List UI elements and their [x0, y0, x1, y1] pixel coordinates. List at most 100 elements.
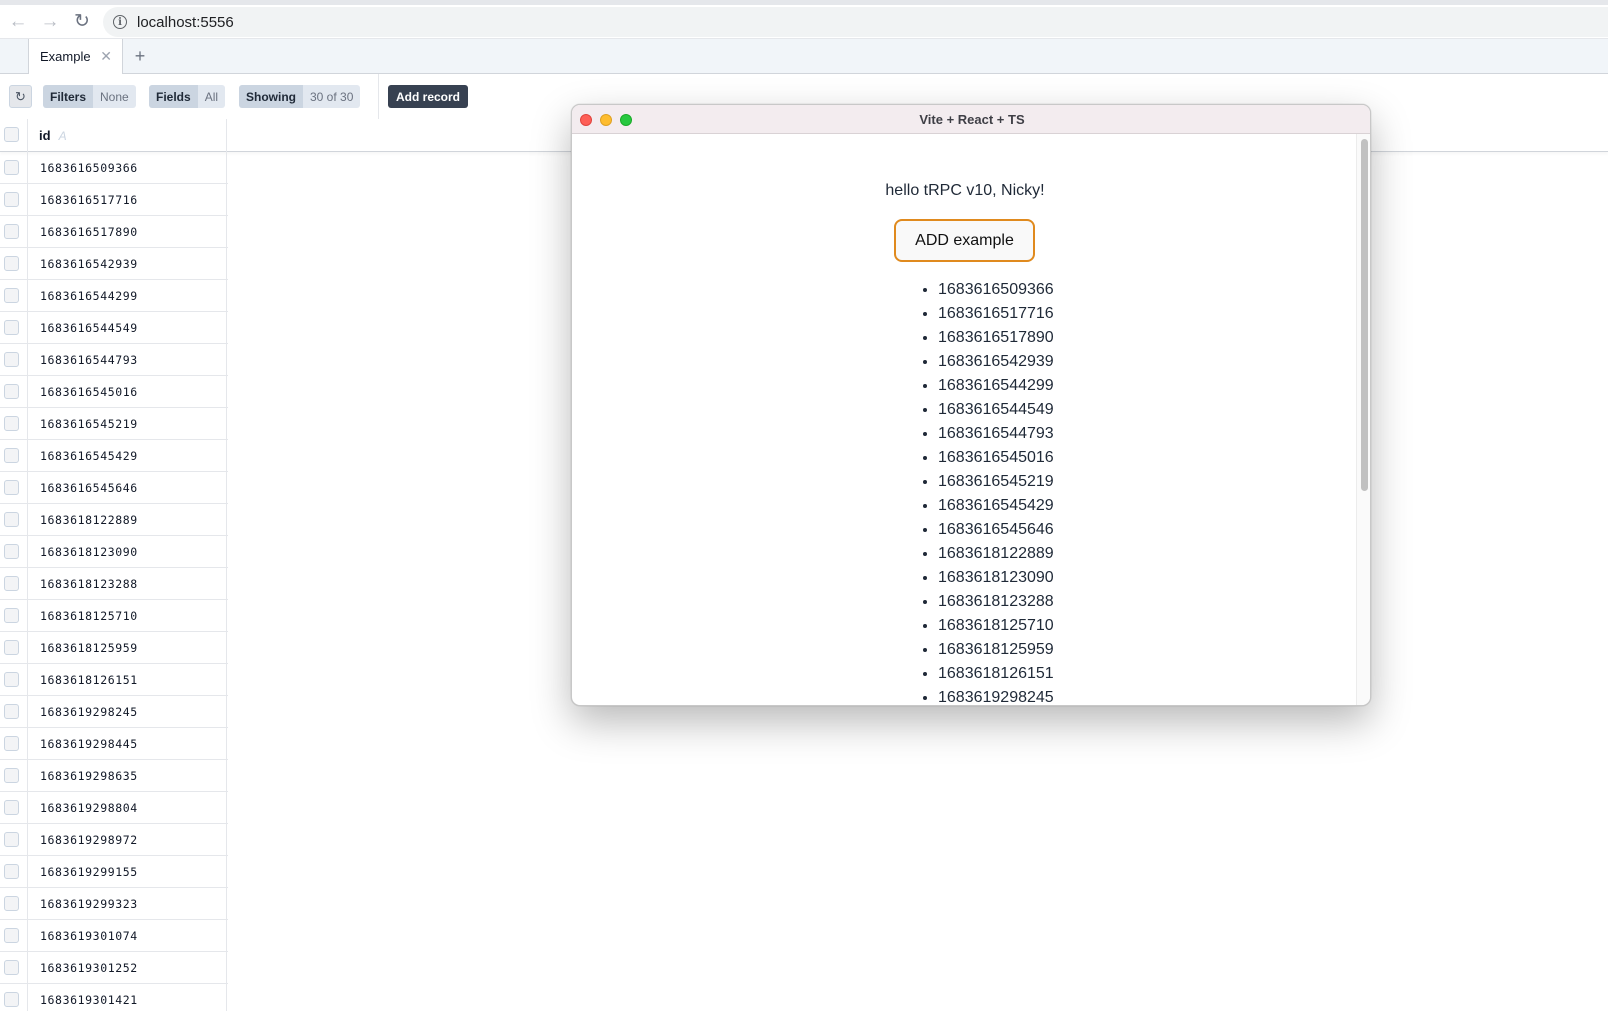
id-cell[interactable]: 1683619299323 [28, 888, 227, 920]
table-row[interactable]: 1683616542939 [0, 248, 228, 280]
window-close-button[interactable] [580, 114, 592, 126]
row-checkbox[interactable] [4, 864, 19, 879]
table-row[interactable]: 1683616545016 [0, 376, 228, 408]
scrollbar-thumb[interactable] [1361, 139, 1368, 491]
table-row[interactable]: 1683616545429 [0, 440, 228, 472]
table-row[interactable]: 1683619301074 [0, 920, 228, 952]
table-row[interactable]: 1683616544793 [0, 344, 228, 376]
table-row[interactable]: 1683619298635 [0, 760, 228, 792]
id-cell[interactable]: 1683619299155 [28, 856, 227, 888]
table-row[interactable]: 1683618123288 [0, 568, 228, 600]
row-checkbox[interactable] [4, 352, 19, 367]
id-cell[interactable]: 1683619298972 [28, 824, 227, 856]
id-cell[interactable]: 1683616545219 [28, 408, 227, 440]
refresh-icon[interactable]: ↻ [9, 85, 32, 108]
id-cell[interactable]: 1683616542939 [28, 248, 227, 280]
add-record-button[interactable]: Add record [388, 85, 469, 108]
id-cell[interactable]: 1683616517716 [28, 184, 227, 216]
row-checkbox[interactable] [4, 224, 19, 239]
id-cell[interactable]: 1683619298635 [28, 760, 227, 792]
table-row[interactable]: 1683618125710 [0, 600, 228, 632]
table-row[interactable]: 1683619301421 [0, 984, 228, 1011]
table-row[interactable]: 1683616545219 [0, 408, 228, 440]
table-row[interactable]: 1683616544299 [0, 280, 228, 312]
table-row[interactable]: 1683618123090 [0, 536, 228, 568]
id-cell[interactable]: 1683616544549 [28, 312, 227, 344]
row-checkbox[interactable] [4, 576, 19, 591]
table-row[interactable]: 1683619299323 [0, 888, 228, 920]
id-cell[interactable]: 1683616545646 [28, 472, 227, 504]
window-minimize-button[interactable] [600, 114, 612, 126]
row-checkbox[interactable] [4, 608, 19, 623]
row-checkbox[interactable] [4, 736, 19, 751]
column-header-id[interactable]: id A [28, 119, 227, 152]
row-checkbox[interactable] [4, 544, 19, 559]
id-cell[interactable]: 1683619298445 [28, 728, 227, 760]
select-all-checkbox[interactable] [4, 127, 19, 142]
forward-icon[interactable]: → [34, 8, 66, 36]
id-cell[interactable]: 1683616545016 [28, 376, 227, 408]
close-icon[interactable]: ✕ [100, 48, 112, 65]
popup-titlebar[interactable]: Vite + React + TS [572, 105, 1370, 134]
id-cell[interactable]: 1683619301252 [28, 952, 227, 984]
id-cell[interactable]: 1683619298245 [28, 696, 227, 728]
id-cell[interactable]: 1683616509366 [28, 152, 227, 184]
table-row[interactable]: 1683619301252 [0, 952, 228, 984]
id-cell[interactable]: 1683618123288 [28, 568, 227, 600]
id-cell[interactable]: 1683619301074 [28, 920, 227, 952]
row-checkbox[interactable] [4, 384, 19, 399]
showing-button[interactable]: Showing 30 of 30 [239, 85, 361, 108]
row-checkbox[interactable] [4, 480, 19, 495]
address-bar[interactable]: i localhost:5556 [103, 7, 1608, 37]
id-cell[interactable]: 1683618125959 [28, 632, 227, 664]
info-icon[interactable]: i [113, 15, 127, 29]
id-cell[interactable]: 1683616544793 [28, 344, 227, 376]
id-cell[interactable]: 1683619298804 [28, 792, 227, 824]
window-maximize-button[interactable] [620, 114, 632, 126]
row-checkbox[interactable] [4, 160, 19, 175]
row-checkbox[interactable] [4, 640, 19, 655]
id-cell[interactable]: 1683618122889 [28, 504, 227, 536]
row-checkbox[interactable] [4, 928, 19, 943]
row-checkbox[interactable] [4, 512, 19, 527]
table-row[interactable]: 1683618122889 [0, 504, 228, 536]
table-row[interactable]: 1683619298972 [0, 824, 228, 856]
id-cell[interactable]: 1683616517890 [28, 216, 227, 248]
row-checkbox[interactable] [4, 800, 19, 815]
table-row[interactable]: 1683616544549 [0, 312, 228, 344]
id-cell[interactable]: 1683618123090 [28, 536, 227, 568]
row-checkbox[interactable] [4, 288, 19, 303]
table-row[interactable]: 1683616517890 [0, 216, 228, 248]
id-cell[interactable]: 1683616544299 [28, 280, 227, 312]
row-checkbox[interactable] [4, 960, 19, 975]
table-row[interactable]: 1683616517716 [0, 184, 228, 216]
table-row[interactable]: 1683619298445 [0, 728, 228, 760]
table-row[interactable]: 1683618126151 [0, 664, 228, 696]
tab-example[interactable]: Example ✕ [28, 39, 123, 74]
row-checkbox[interactable] [4, 320, 19, 335]
table-row[interactable]: 1683616545646 [0, 472, 228, 504]
id-cell[interactable]: 1683618125710 [28, 600, 227, 632]
id-cell[interactable]: 1683616545429 [28, 440, 227, 472]
plus-icon[interactable]: + [126, 39, 154, 74]
row-checkbox[interactable] [4, 704, 19, 719]
row-checkbox[interactable] [4, 416, 19, 431]
row-checkbox[interactable] [4, 896, 19, 911]
row-checkbox[interactable] [4, 256, 19, 271]
row-checkbox[interactable] [4, 992, 19, 1007]
table-row[interactable]: 1683618125959 [0, 632, 228, 664]
table-row[interactable]: 1683619298804 [0, 792, 228, 824]
id-cell[interactable]: 1683619301421 [28, 984, 227, 1011]
row-checkbox[interactable] [4, 832, 19, 847]
table-row[interactable]: 1683616509366 [0, 152, 228, 184]
table-row[interactable]: 1683619299155 [0, 856, 228, 888]
scrollbar[interactable] [1356, 134, 1370, 705]
fields-button[interactable]: Fields All [149, 85, 226, 108]
row-checkbox[interactable] [4, 448, 19, 463]
add-example-button[interactable]: ADD example [894, 219, 1035, 262]
row-checkbox[interactable] [4, 192, 19, 207]
row-checkbox[interactable] [4, 672, 19, 687]
reload-icon[interactable]: ↻ [66, 8, 98, 36]
id-cell[interactable]: 1683618126151 [28, 664, 227, 696]
back-icon[interactable]: ← [2, 8, 34, 36]
